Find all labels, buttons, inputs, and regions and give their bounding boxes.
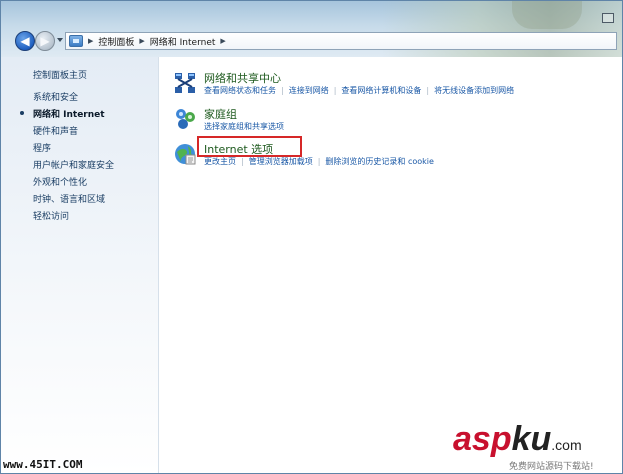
- homegroup-icon: [176, 109, 195, 129]
- category-title-network-sharing[interactable]: 网络和共享中心: [204, 70, 281, 86]
- link-add-wireless-device[interactable]: 将无线设备添加到网络: [434, 86, 514, 95]
- recent-pages-dropdown-icon[interactable]: [57, 38, 63, 42]
- address-bar[interactable]: ▶ 控制面板 ▶ 网络和 Internet ▶: [65, 32, 617, 50]
- arrow-left-icon: ◀: [20, 34, 30, 48]
- forward-button[interactable]: ▶: [35, 31, 55, 51]
- breadcrumb-network-internet[interactable]: 网络和 Internet: [150, 35, 216, 48]
- main-content: 网络和共享中心 查看网络状态和任务 | 连接到网络 | 查看网络计算机和设备 | 将无线设备…: [160, 57, 622, 473]
- maximize-icon[interactable]: [602, 13, 614, 23]
- link-choose-homegroup-options[interactable]: 选择家庭组和共享选项: [204, 122, 284, 131]
- link-connect-to-network[interactable]: 连接到网络: [289, 86, 329, 95]
- link-view-network-status[interactable]: 查看网络状态和任务: [204, 86, 276, 95]
- title-bar: ◀ ▶ ▶ 控制面板 ▶ 网络和 Internet ▶: [1, 1, 622, 57]
- category-links-internet-options: 更改主页 | 管理浏览器加载项 | 删除浏览的历史记录和 cookie: [204, 157, 434, 166]
- chevron-right-icon[interactable]: ▶: [88, 37, 93, 45]
- sidebar-item-ease-of-access[interactable]: 轻松访问: [33, 209, 69, 222]
- breadcrumb-control-panel[interactable]: 控制面板: [98, 35, 134, 48]
- sidebar-item-network-internet[interactable]: 网络和 Internet: [33, 107, 105, 120]
- watermark-45it: www.45IT.COM: [3, 458, 83, 471]
- category-links-network-sharing: 查看网络状态和任务 | 连接到网络 | 查看网络计算机和设备 | 将无线设备添加到网络: [204, 86, 515, 95]
- sidebar-item-user-accounts[interactable]: 用户帐户和家庭安全: [33, 158, 114, 171]
- link-delete-history-cookies[interactable]: 删除浏览的历史记录和 cookie: [325, 157, 434, 166]
- link-change-homepage[interactable]: 更改主页: [204, 157, 236, 166]
- watermark-aspku-logo: aspku.com: [453, 420, 582, 458]
- watermark-subtext: 免费网站源码下载站!: [509, 462, 594, 472]
- navigation-row: ◀ ▶ ▶ 控制面板 ▶ 网络和 Internet ▶: [1, 29, 622, 53]
- active-bullet-icon: [20, 111, 24, 115]
- sidebar-item-system-security[interactable]: 系统和安全: [33, 90, 78, 103]
- chevron-right-icon[interactable]: ▶: [220, 37, 225, 45]
- link-manage-addons[interactable]: 管理浏览器加载项: [249, 157, 313, 166]
- sidebar: 控制面板主页 系统和安全 网络和 Internet 硬件和声音 程序 用户帐户和…: [1, 57, 159, 473]
- sidebar-item-home[interactable]: 控制面板主页: [33, 68, 87, 81]
- internet-options-icon: [175, 144, 196, 165]
- category-title-homegroup[interactable]: 家庭组: [204, 106, 237, 122]
- network-sharing-icon: [175, 73, 195, 93]
- sidebar-item-appearance[interactable]: 外观和个性化: [33, 175, 87, 188]
- sidebar-item-programs[interactable]: 程序: [33, 141, 51, 154]
- highlight-box-internet-options: [197, 136, 302, 157]
- chevron-right-icon[interactable]: ▶: [139, 37, 144, 45]
- link-view-network-computers[interactable]: 查看网络计算机和设备: [341, 86, 421, 95]
- control-panel-window: ◀ ▶ ▶ 控制面板 ▶ 网络和 Internet ▶ 控制面板主页 系统和安全…: [0, 0, 623, 474]
- sidebar-item-clock-language[interactable]: 时钟、语言和区域: [33, 192, 105, 205]
- arrow-right-icon: ▶: [40, 34, 50, 48]
- sidebar-item-hardware-sound[interactable]: 硬件和声音: [33, 124, 78, 137]
- back-button[interactable]: ◀: [15, 31, 35, 51]
- category-links-homegroup: 选择家庭组和共享选项: [204, 121, 284, 132]
- control-panel-icon: [69, 35, 83, 47]
